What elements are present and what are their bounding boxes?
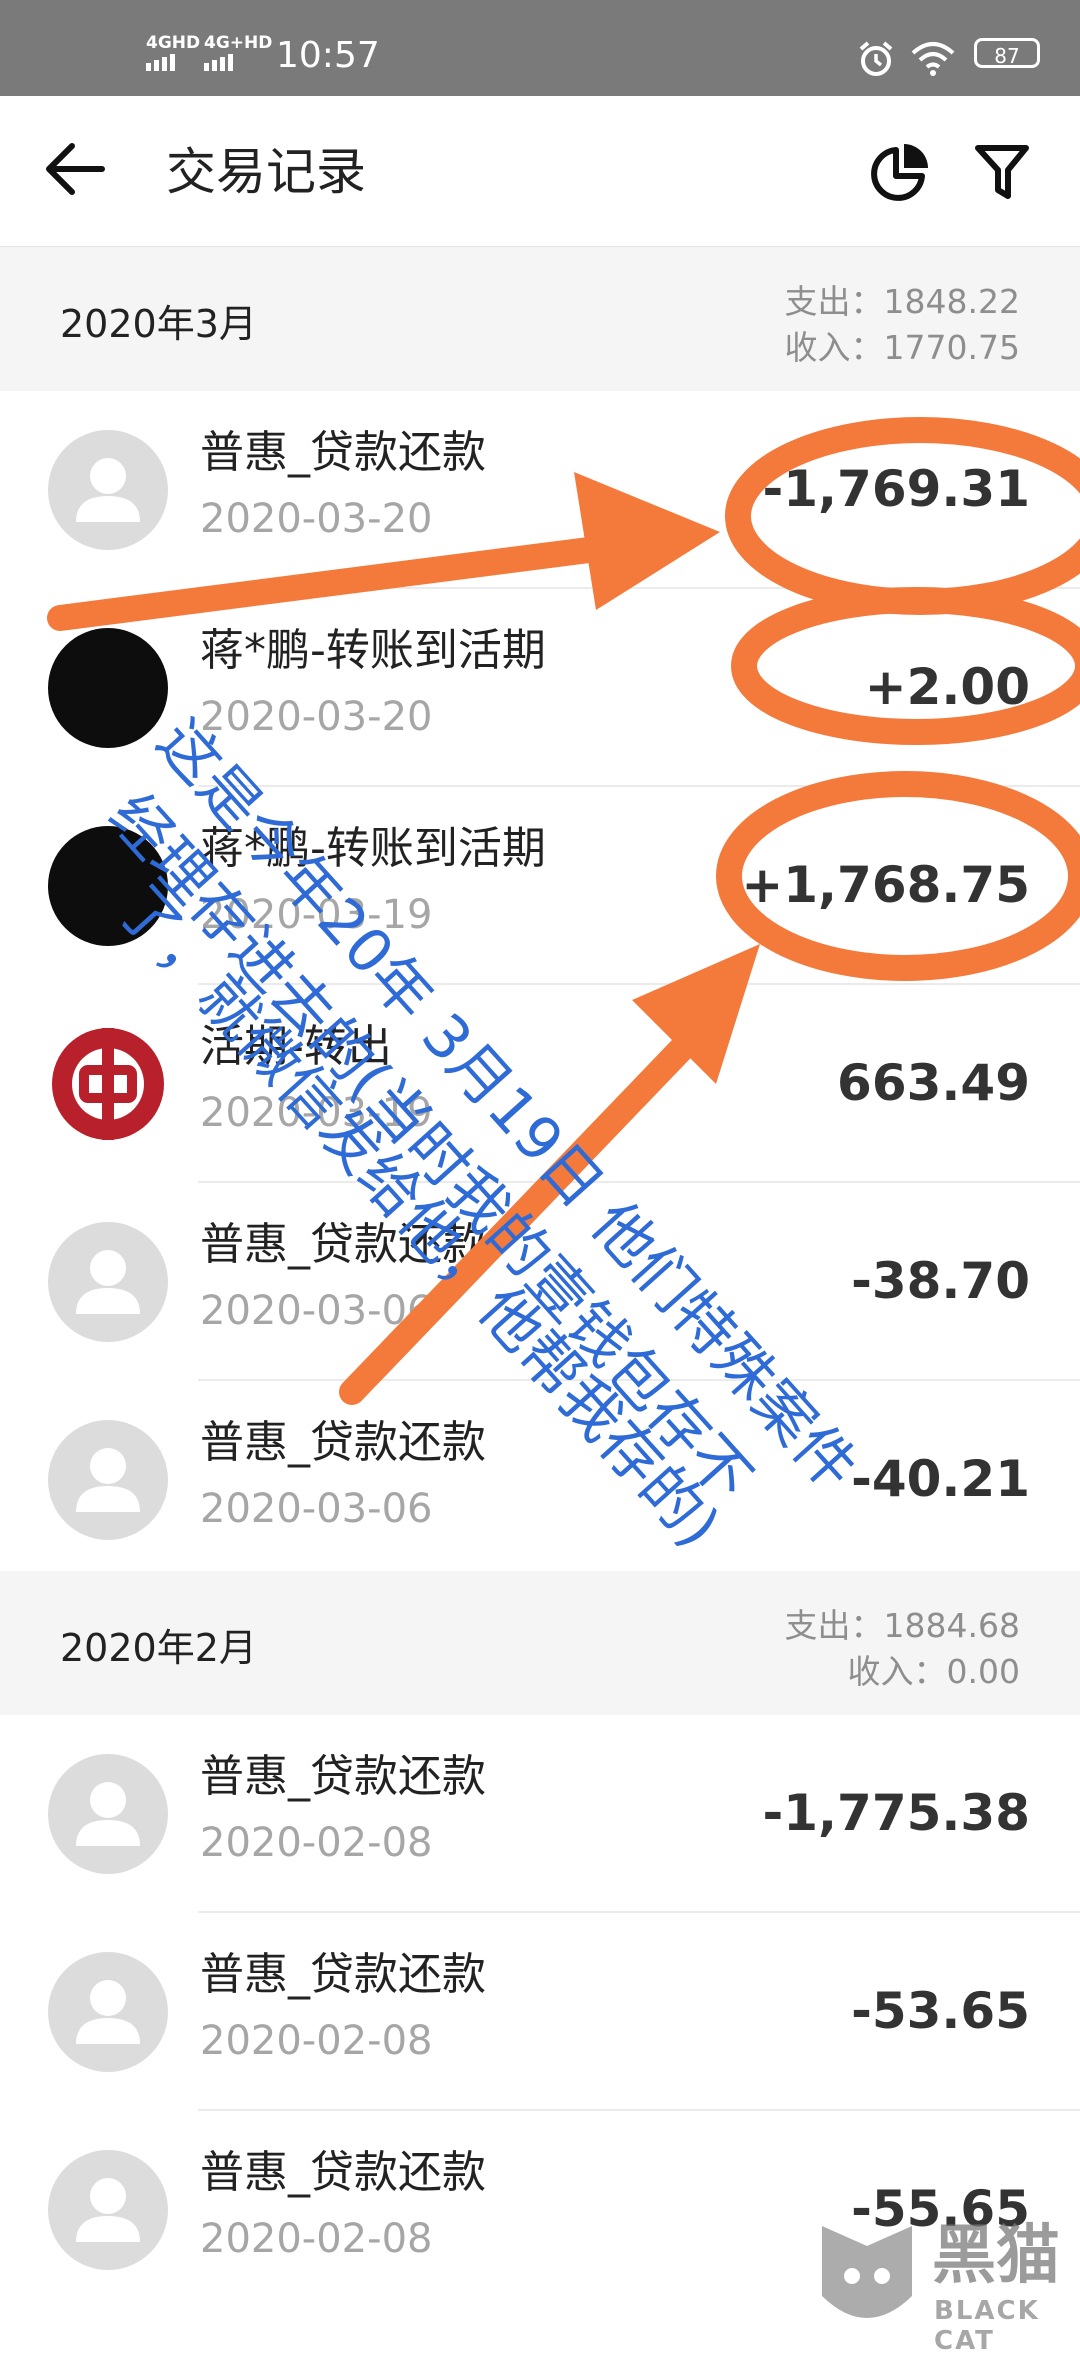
wifi-icon (911, 41, 955, 76)
transaction-amount: -40.21 (851, 1450, 1030, 1508)
watermark: 黑猫 BLACK CAT (812, 2216, 1080, 2356)
transaction-row[interactable]: 普惠_贷款还款 2020-02-08 -53.65 (0, 1913, 1080, 2111)
transaction-name: 普惠_贷款还款 (200, 1949, 486, 2000)
transaction-name: 普惠_贷款还款 (200, 2147, 486, 2198)
default-avatar-icon (48, 430, 168, 550)
bank-logo-icon (48, 1024, 168, 1144)
transaction-name: 普惠_贷款还款 (200, 427, 486, 478)
transaction-date: 2020-02-08 (200, 2018, 433, 2064)
transaction-name: 普惠_贷款还款 (200, 1751, 486, 1802)
transaction-row[interactable]: 普惠_贷款还款 2020-03-20 -1,769.31 (0, 391, 1080, 589)
default-avatar-icon (48, 2150, 168, 2270)
transaction-date: 2020-03-06 (200, 1486, 433, 1532)
transaction-date: 2020-03-20 (200, 694, 433, 740)
status-bar: 4GHD 4G+HD 10:57 87 (0, 0, 1080, 96)
signal-icon (204, 52, 236, 71)
transaction-amount: -1,775.38 (762, 1784, 1030, 1842)
transaction-row[interactable]: 普惠_贷款还款 2020-03-06 -40.21 (0, 1381, 1080, 1579)
default-avatar-icon (48, 1222, 168, 1342)
expense-total: 支出：1884.68 (784, 1606, 1020, 1645)
transaction-amount: -1,769.31 (762, 460, 1030, 518)
cat-logo-icon (822, 2226, 912, 2318)
app-bar: 交易记录 (0, 96, 1080, 248)
transaction-name: 普惠_贷款还款 (200, 1417, 486, 1468)
pie-chart-icon[interactable] (868, 140, 932, 204)
transaction-amount: -38.70 (851, 1252, 1030, 1310)
transaction-amount: +1,768.75 (741, 856, 1030, 914)
transaction-amount: -53.65 (851, 1982, 1030, 2040)
transaction-date: 2020-02-08 (200, 2216, 433, 2262)
transaction-amount: 663.49 (837, 1054, 1030, 1112)
watermark-subtext: BLACK CAT (934, 2296, 1040, 2356)
default-avatar-icon (48, 1952, 168, 2072)
expense-total: 支出：1848.22 (784, 282, 1020, 321)
transaction-row[interactable]: 普惠_贷款还款 2020-02-08 -1,775.38 (0, 1715, 1080, 1913)
month-header: 2020年2月 支出：1884.68 收入：0.00 (0, 1571, 1080, 1715)
clock: 10:57 (276, 35, 380, 76)
network-indicator-2: 4G+HD (204, 33, 273, 53)
transaction-date: 2020-03-20 (200, 496, 433, 542)
watermark-text: 黑猫 (932, 2219, 1060, 2293)
month-label: 2020年2月 (60, 1626, 257, 1670)
battery-indicator: 87 (974, 38, 1040, 68)
page-title: 交易记录 (166, 143, 366, 201)
transaction-amount: +2.00 (864, 658, 1030, 716)
month-header: 2020年3月 支出：1848.22 收入：1770.75 (0, 247, 1080, 391)
transaction-date: 2020-02-08 (200, 1820, 433, 1866)
income-total: 收入：0.00 (847, 1652, 1020, 1691)
status-icons: 87 (856, 38, 1040, 79)
income-total: 收入：1770.75 (784, 328, 1020, 367)
arrow-left-icon[interactable] (40, 134, 110, 204)
transaction-name: 蒋*鹏-转账到活期 (200, 625, 546, 676)
user-avatar (48, 628, 168, 748)
network-indicator-1: 4GHD (146, 33, 201, 53)
alarm-icon (859, 40, 893, 76)
signal-icon (146, 52, 178, 71)
month-label: 2020年3月 (60, 302, 257, 346)
default-avatar-icon (48, 1754, 168, 1874)
filter-icon[interactable] (972, 140, 1032, 204)
transaction-date: 2020-03-06 (200, 1288, 433, 1334)
default-avatar-icon (48, 1420, 168, 1540)
